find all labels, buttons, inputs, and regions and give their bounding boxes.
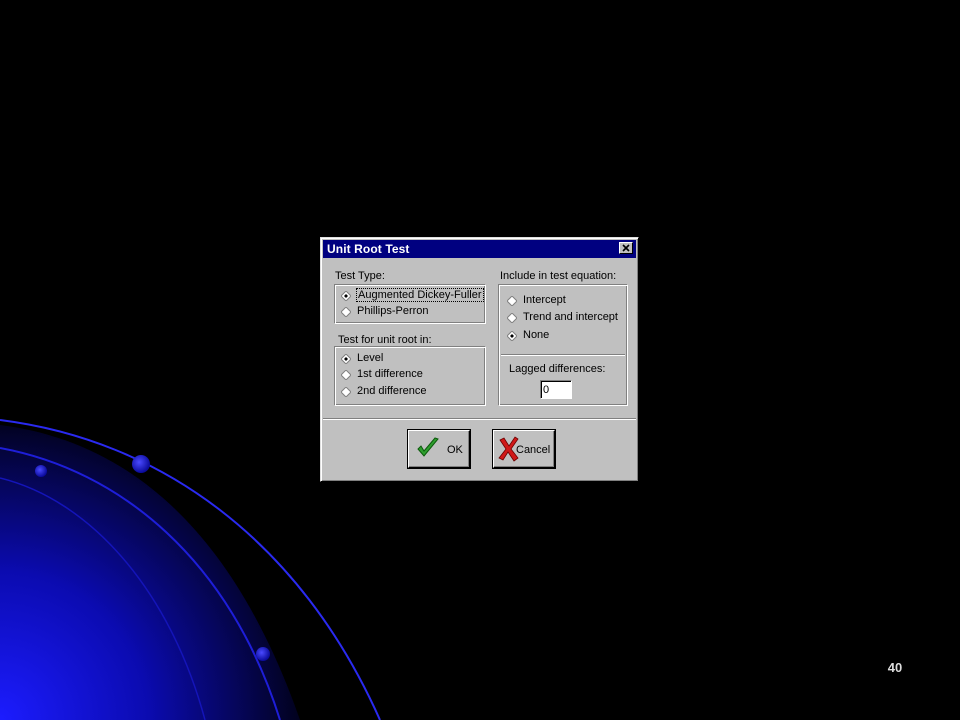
orbit-dot-2 xyxy=(132,455,150,473)
radio-label: Augmented Dickey-Fuller xyxy=(356,288,484,302)
radio-label: Level xyxy=(357,352,384,364)
ok-button[interactable]: OK xyxy=(408,430,470,468)
radio-label: None xyxy=(523,329,550,341)
test-type-label: Test Type: xyxy=(335,270,385,282)
radio-diamond-icon xyxy=(507,313,517,323)
radio-label: Phillips-Perron xyxy=(357,305,429,317)
radio-diamond-icon xyxy=(341,387,351,397)
radio-label: Intercept xyxy=(523,294,566,306)
unit-root-in-label: Test for unit root in: xyxy=(338,334,432,346)
radio-diamond-icon xyxy=(341,354,351,364)
radio-label: 1st difference xyxy=(357,368,423,380)
lagged-differences-label: Lagged differences: xyxy=(509,363,606,375)
cancel-button-label: Cancel xyxy=(516,444,551,456)
include-separator xyxy=(501,354,625,356)
unit-root-test-dialog: Unit Root Test Test Type: Augmented Dick… xyxy=(320,237,639,482)
dialog-titlebar[interactable]: Unit Root Test xyxy=(323,240,636,258)
orbit-dot-1 xyxy=(35,465,47,477)
ok-button-label: OK xyxy=(447,444,463,456)
slide-page-number: 40 xyxy=(887,660,903,675)
lagged-differences-input[interactable] xyxy=(540,380,572,399)
radio-diamond-icon xyxy=(341,370,351,380)
checkmark-icon xyxy=(417,437,439,457)
cancel-button[interactable]: Cancel xyxy=(493,430,555,468)
close-button[interactable] xyxy=(619,242,633,254)
radio-diamond-icon xyxy=(507,331,517,341)
radio-label: 2nd difference xyxy=(357,385,427,397)
radio-diamond-icon xyxy=(341,291,351,301)
radio-label: Trend and intercept xyxy=(523,311,618,323)
radio-diamond-icon xyxy=(341,307,351,317)
button-area-separator xyxy=(323,418,636,420)
radio-diamond-icon xyxy=(507,296,517,306)
include-in-equation-label: Include in test equation: xyxy=(500,270,617,282)
dialog-title: Unit Root Test xyxy=(327,242,410,256)
close-icon xyxy=(622,244,630,252)
orbit-dot-3 xyxy=(256,647,270,661)
